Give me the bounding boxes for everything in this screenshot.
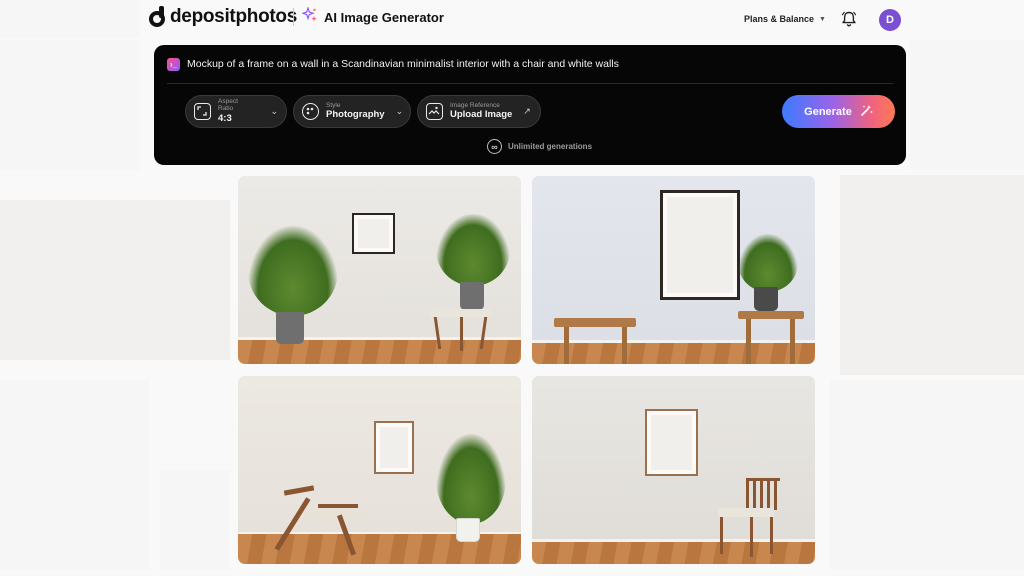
aspect-ratio-value: 4:3 [218,112,232,124]
chair [746,478,780,510]
image-reference-value: Upload Image [450,109,513,121]
plant [248,226,338,316]
plans-balance-dropdown[interactable]: Plans & Balance ▼ [744,14,826,24]
magic-wand-icon [860,104,873,120]
side-table [738,311,804,319]
aspect-ratio-icon [194,103,211,120]
panel-divider [167,83,893,84]
plant [436,214,510,286]
logo-mark [148,6,166,28]
palette-icon [302,103,319,120]
caret-down-icon: ▼ [819,15,826,23]
depositphotos-logo[interactable]: depositphotos [148,6,297,28]
prompt-panel: ›_ Mockup of a frame on a wall in a Scan… [154,45,906,165]
plant [436,434,506,524]
chevron-down-icon: ⌄ [395,106,404,116]
plans-balance-label: Plans & Balance [744,14,815,24]
picture-frame [374,421,414,474]
image-upload-icon [426,103,443,120]
unlimited-generations: ∞ Unlimited generations [487,139,592,154]
style-label: Style [326,101,341,109]
style-selector[interactable]: Style Photography ⌄ [293,95,411,128]
picture-frame [660,190,740,300]
unlimited-label: Unlimited generations [508,142,593,151]
terminal-prompt-icon: ›_ [167,58,180,71]
picture-frame [352,213,395,254]
header-divider [293,8,294,26]
sparkle-icon [301,6,318,28]
infinity-icon: ∞ [487,139,502,154]
result-image-4[interactable] [532,376,815,564]
prompt-input[interactable]: Mockup of a frame on a wall in a Scandin… [187,58,619,70]
image-reference-label: Image Reference [450,101,500,109]
chair [430,309,492,317]
logo-wordmark: depositphotos [170,6,297,27]
aspect-ratio-label: Aspect Ratio [218,98,238,113]
result-image-2[interactable] [532,176,815,364]
top-header: depositphotos AI Image Generator Plans &… [0,0,1024,38]
tool-title[interactable]: AI Image Generator [301,6,444,28]
user-avatar[interactable]: D [879,9,901,31]
chevron-down-icon: ⌄ [270,106,278,116]
bell-icon[interactable] [840,10,858,28]
style-value: Photography [326,109,385,121]
result-image-1[interactable] [238,176,521,364]
generate-label: Generate [804,105,852,118]
generate-button[interactable]: Generate [782,95,895,128]
aspect-ratio-selector[interactable]: Aspect Ratio 4:3 ⌄ [185,95,287,128]
arrow-up-right-icon: ↗ [523,106,531,116]
result-image-3[interactable] [238,376,521,564]
tool-title-label: AI Image Generator [324,10,444,25]
image-reference-upload[interactable]: Image Reference Upload Image ↗ [417,95,541,128]
picture-frame [645,409,698,476]
plant [738,234,798,292]
side-table [554,318,636,327]
